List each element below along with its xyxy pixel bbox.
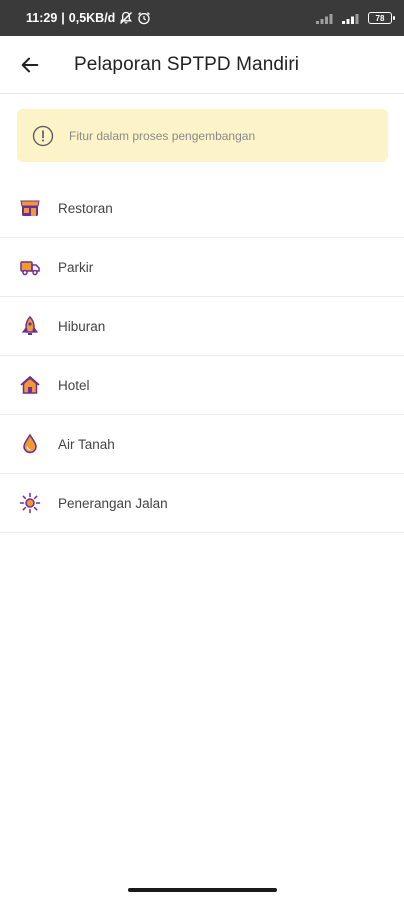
- store-icon: [18, 196, 42, 220]
- tax-type-list: Restoran Parkir Hiburan Hotel Air Tanah …: [0, 179, 404, 533]
- network-speed: 0,5KB/d: [68, 11, 116, 25]
- mute-icon: [119, 11, 133, 25]
- menu-item-penerangan-jalan[interactable]: Penerangan Jalan: [0, 474, 404, 533]
- home-icon: [18, 373, 42, 397]
- status-time: 11:29: [26, 11, 58, 25]
- menu-item-label: Air Tanah: [58, 436, 115, 452]
- menu-item-air-tanah[interactable]: Air Tanah: [0, 415, 404, 474]
- signal-icon: [342, 12, 362, 24]
- development-notice: Fitur dalam proses pengembangan: [17, 109, 388, 162]
- arrow-left-icon: [21, 57, 39, 72]
- alarm-icon: [137, 11, 151, 25]
- battery-level: 78: [375, 13, 385, 23]
- menu-item-label: Hiburan: [58, 318, 106, 334]
- menu-item-label: Parkir: [58, 259, 94, 275]
- menu-item-label: Restoran: [58, 200, 113, 216]
- signal-icon: [316, 12, 336, 24]
- app-bar: Pelaporan SPTPD Mandiri: [0, 36, 404, 94]
- back-button[interactable]: [8, 43, 52, 87]
- battery-icon: 78: [368, 12, 395, 24]
- menu-item-label: Penerangan Jalan: [58, 495, 168, 511]
- menu-item-hiburan[interactable]: Hiburan: [0, 297, 404, 356]
- menu-item-label: Hotel: [58, 377, 90, 393]
- truck-icon: [18, 255, 42, 279]
- notice-text: Fitur dalam proses pengembangan: [69, 128, 256, 143]
- water-drop-icon: [18, 432, 42, 456]
- sun-icon: [18, 491, 42, 515]
- rocket-icon: [18, 314, 42, 338]
- status-bar: 11:29 | 0,5KB/d 78: [0, 0, 404, 36]
- alert-circle-icon: [32, 125, 54, 147]
- menu-item-hotel[interactable]: Hotel: [0, 356, 404, 415]
- menu-item-restoran[interactable]: Restoran: [0, 179, 404, 238]
- home-indicator[interactable]: [128, 888, 277, 892]
- menu-item-parkir[interactable]: Parkir: [0, 238, 404, 297]
- page-title: Pelaporan SPTPD Mandiri: [74, 53, 300, 75]
